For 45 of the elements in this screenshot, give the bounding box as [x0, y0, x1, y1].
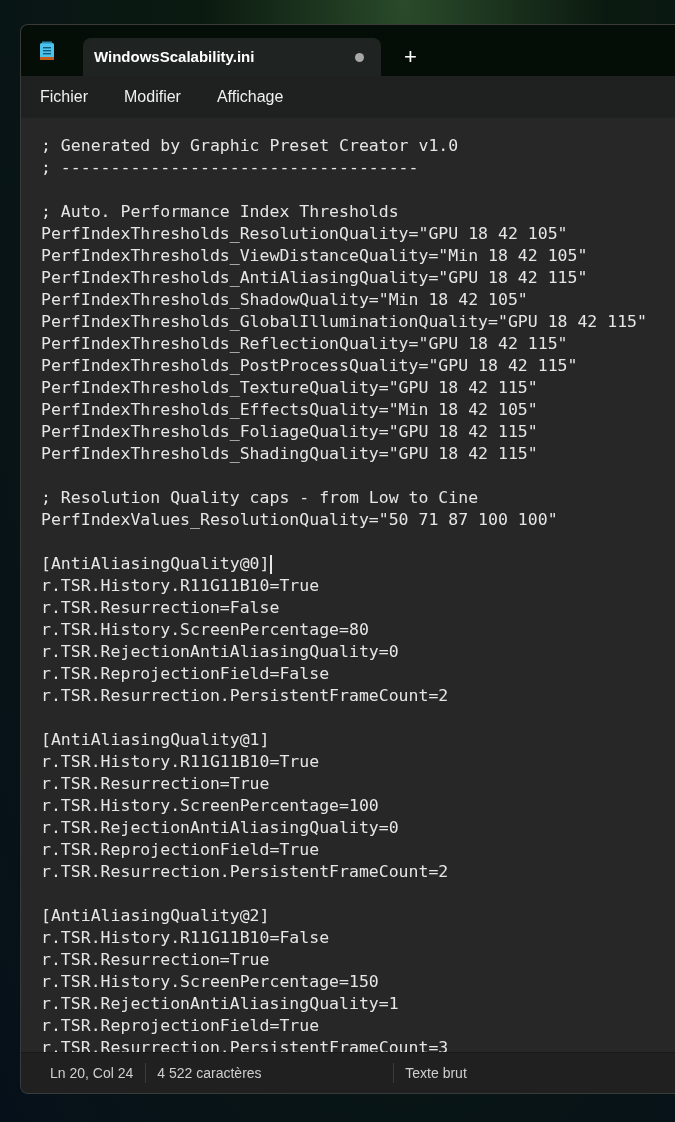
code-line: PerfIndexThresholds_ShadowQuality="Min 18 42 105" [41, 289, 528, 311]
code-line: ; Auto. Performance Index Thresholds [41, 201, 399, 223]
code-line: PerfIndexThresholds_ViewDistanceQuality="Min 18 42 105" [41, 245, 588, 267]
code-line: r.TSR.History.R11G11B10=True [41, 575, 320, 597]
code-line: r.TSR.Resurrection=True [41, 949, 270, 971]
code-line: PerfIndexThresholds_ShadingQuality="GPU 18 42 115" [41, 443, 538, 465]
code-line: PerfIndexThresholds_EffectsQuality="Min 18 42 105" [41, 399, 538, 421]
menu-item[interactable]: Modifier [111, 81, 194, 113]
code-line: r.TSR.Resurrection=True [41, 773, 270, 795]
code-line: [AntiAliasingQuality@2] [41, 905, 270, 927]
code-line: PerfIndexValues_ResolutionQuality="50 71 87 100 100" [41, 509, 558, 531]
code-line: PerfIndexThresholds_GlobalIlluminationQuality="GPU 18 42 115" [41, 311, 647, 333]
code-line: [AntiAliasingQuality@0] [41, 553, 272, 575]
code-line: r.TSR.Resurrection=False [41, 597, 280, 619]
menu-item[interactable]: Fichier [27, 81, 101, 113]
code-line: r.TSR.History.R11G11B10=False [41, 927, 330, 949]
code-line: r.TSR.RejectionAntiAliasingQuality=1 [41, 993, 399, 1015]
code-line: PerfIndexThresholds_ReflectionQuality="GPU 18 42 115" [41, 333, 568, 355]
file-tab[interactable]: WindowsScalability.ini [83, 38, 381, 76]
code-line: r.TSR.History.ScreenPercentage=80 [41, 619, 369, 641]
code-line: r.TSR.Resurrection.PersistentFrameCount=2 [41, 861, 449, 883]
code-line: ; ------------------------------------ [41, 157, 419, 179]
cursor-position: Ln 20, Col 24 [49, 1063, 135, 1083]
code-line: r.TSR.History.ScreenPercentage=100 [41, 795, 379, 817]
character-count: 4 522 caractères [156, 1063, 263, 1083]
notepad-icon [39, 41, 55, 61]
code-line: r.TSR.ReprojectionField=False [41, 663, 330, 685]
code-line: PerfIndexThresholds_TextureQuality="GPU 18 42 115" [41, 377, 538, 399]
code-line: PerfIndexThresholds_PostProcessQuality="GPU 18 42 115" [41, 355, 578, 377]
code-line: r.TSR.RejectionAntiAliasingQuality=0 [41, 641, 399, 663]
code-line: ; Resolution Quality caps - from Low to Cine [41, 487, 479, 509]
code-line: r.TSR.Resurrection.PersistentFrameCount=2 [41, 685, 449, 707]
code-line: [AntiAliasingQuality@1] [41, 729, 270, 751]
menu-item[interactable]: Affichage [203, 81, 297, 113]
code-line: r.TSR.History.ScreenPercentage=150 [41, 971, 379, 993]
new-tab-button[interactable]: + [403, 46, 418, 68]
code-line: PerfIndexThresholds_FoliageQuality="GPU 18 42 115" [41, 421, 538, 443]
code-line: r.TSR.History.R11G11B10=True [41, 751, 320, 773]
encoding-label: Texte brut [404, 1063, 467, 1083]
code-line: ; Generated by Graphic Preset Creator v1.0 [41, 135, 459, 157]
code-line: r.TSR.RejectionAntiAliasingQuality=0 [41, 817, 399, 839]
code-line: PerfIndexThresholds_ResolutionQuality="GPU 18 42 105" [41, 223, 568, 245]
code-line: r.TSR.ReprojectionField=True [41, 1015, 320, 1037]
code-line: PerfIndexThresholds_AntiAliasingQuality="GPU 18 42 115" [41, 267, 588, 289]
code-line: r.TSR.ReprojectionField=True [41, 839, 320, 861]
